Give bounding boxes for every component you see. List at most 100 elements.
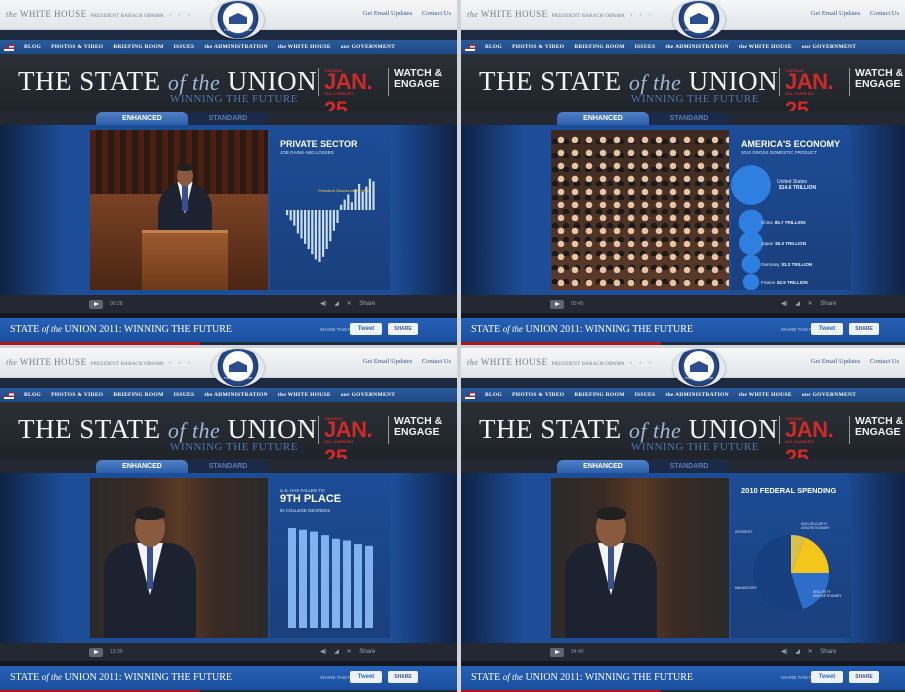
play-button[interactable] xyxy=(550,648,564,657)
nav-briefing-room[interactable]: BRIEFING ROOM xyxy=(113,392,163,398)
decorative-dots: • • • • • • xyxy=(601,360,654,367)
contact-us-link[interactable]: Contact Us xyxy=(422,358,451,365)
nav-photos-video[interactable]: PHOTOS & VIDEO xyxy=(512,392,564,398)
tweet-button[interactable]: Tweet xyxy=(350,671,382,683)
page-footer: STATE of the UNION 2011: WINNING THE FUT… xyxy=(0,666,457,690)
email-updates-link[interactable]: Get Email Updates xyxy=(811,358,860,365)
footer-title: STATE of the UNION 2011: WINNING THE FUT… xyxy=(471,324,694,335)
webpage-panel-3: the WHITE HOUSE PRESIDENT BARACK OBAMA • … xyxy=(0,348,457,692)
share-button[interactable]: Share xyxy=(820,649,836,655)
tab-standard[interactable]: STANDARD xyxy=(188,112,268,125)
main-nav: BLOG PHOTOS & VIDEO BRIEFING ROOM ISSUES… xyxy=(461,388,905,402)
tab-enhanced[interactable]: ENHANCED xyxy=(96,112,188,125)
page-footer: STATE of the UNION 2011: WINNING THE FUT… xyxy=(461,318,905,342)
play-button[interactable] xyxy=(550,300,564,309)
contact-us-link[interactable]: Contact Us xyxy=(422,10,451,17)
video-player[interactable] xyxy=(551,130,729,290)
nav-blog[interactable]: BLOG xyxy=(24,44,41,50)
video-frame xyxy=(551,478,729,638)
white-house-seal-icon[interactable]: THE WHITE HOUSE xyxy=(212,1,264,39)
tab-standard[interactable]: STANDARD xyxy=(188,460,268,473)
nav-administration[interactable]: the ADMINISTRATION xyxy=(665,392,729,398)
tab-enhanced[interactable]: ENHANCED xyxy=(96,460,188,473)
nav-administration[interactable]: the ADMINISTRATION xyxy=(204,392,268,398)
nav-photos-video[interactable]: PHOTOS & VIDEO xyxy=(512,44,564,50)
share-button[interactable]: Share xyxy=(359,301,375,307)
volume-icon[interactable]: ◀) xyxy=(320,301,327,307)
view-tabs: ENHANCED STANDARD xyxy=(461,111,905,125)
nav-issues[interactable]: ISSUES xyxy=(174,44,195,50)
email-updates-link[interactable]: Get Email Updates xyxy=(811,10,860,17)
tab-standard[interactable]: STANDARD xyxy=(649,112,729,125)
nav-blog[interactable]: BLOG xyxy=(485,392,502,398)
tab-enhanced[interactable]: ENHANCED xyxy=(557,460,649,473)
share-button[interactable]: Share xyxy=(820,301,836,307)
footer-title: STATE of the UNION 2011: WINNING THE FUT… xyxy=(10,672,233,683)
play-button[interactable] xyxy=(89,648,103,657)
nav-blog[interactable]: BLOG xyxy=(24,392,41,398)
nav-white-house[interactable]: the WHITE HOUSE xyxy=(739,392,792,398)
contact-us-link[interactable]: Contact Us xyxy=(870,358,899,365)
tweet-button[interactable]: Tweet xyxy=(350,323,382,335)
chart-bar xyxy=(343,199,346,210)
graphic-title: AMERICA'S ECONOMY xyxy=(741,139,841,149)
nav-issues[interactable]: ISSUES xyxy=(635,392,656,398)
speaker-hair xyxy=(596,507,626,521)
white-house-seal-icon[interactable]: THE WHITE HOUSE xyxy=(673,1,725,39)
nav-blog[interactable]: BLOG xyxy=(485,44,502,50)
player-controls: 34:40 ◀) ◢ ✕ Share xyxy=(461,643,905,661)
tab-standard[interactable]: STANDARD xyxy=(649,460,729,473)
chart-bar xyxy=(314,210,317,260)
video-frame xyxy=(551,130,729,290)
nav-administration[interactable]: the ADMINISTRATION xyxy=(204,44,268,50)
nav-government[interactable]: our GOVERNMENT xyxy=(341,392,395,398)
video-player[interactable] xyxy=(90,478,268,638)
fullscreen-icon[interactable]: ✕ xyxy=(347,649,352,655)
nav-briefing-room[interactable]: BRIEFING ROOM xyxy=(574,392,624,398)
nav-white-house[interactable]: the WHITE HOUSE xyxy=(278,392,331,398)
nav-government[interactable]: our GOVERNMENT xyxy=(802,44,856,50)
nav-white-house[interactable]: the WHITE HOUSE xyxy=(278,44,331,50)
tweet-button[interactable]: Tweet xyxy=(811,323,843,335)
tab-enhanced[interactable]: ENHANCED xyxy=(557,112,649,125)
email-updates-link[interactable]: Get Email Updates xyxy=(363,358,412,365)
white-house-seal-icon[interactable]: THE WHITE HOUSE xyxy=(673,349,725,387)
white-house-seal-icon[interactable]: THE WHITE HOUSE xyxy=(212,349,264,387)
volume-icon[interactable]: ◀) xyxy=(781,649,788,655)
enhanced-graphic-panel: AMERICA'S ECONOMY 2010 GROSS DOMESTIC PRO… xyxy=(731,130,851,290)
share-button[interactable]: Share xyxy=(359,649,375,655)
nav-government[interactable]: our GOVERNMENT xyxy=(802,392,856,398)
speaker-tie xyxy=(147,546,153,589)
facebook-share-button[interactable]: SHARE xyxy=(849,323,879,335)
facebook-share-button[interactable]: SHARE xyxy=(849,671,879,683)
nav-issues[interactable]: ISSUES xyxy=(174,392,195,398)
chart-bar xyxy=(354,544,362,628)
facebook-share-button[interactable]: SHARE xyxy=(388,323,418,335)
signal-icon: ◢ xyxy=(334,301,339,307)
fullscreen-icon[interactable]: ✕ xyxy=(808,301,813,307)
fullscreen-icon[interactable]: ✕ xyxy=(347,301,352,307)
nav-photos-video[interactable]: PHOTOS & VIDEO xyxy=(51,44,103,50)
fullscreen-icon[interactable]: ✕ xyxy=(808,649,813,655)
gdp-bubble xyxy=(741,254,761,274)
nav-government[interactable]: our GOVERNMENT xyxy=(341,44,395,50)
nav-issues[interactable]: ISSUES xyxy=(635,44,656,50)
facebook-share-button[interactable]: SHARE xyxy=(388,671,418,683)
sotu-header: THE STATE of the UNION WINNING THE FUTUR… xyxy=(461,402,905,470)
tweet-button[interactable]: Tweet xyxy=(811,671,843,683)
chart-bar xyxy=(299,529,307,628)
nav-photos-video[interactable]: PHOTOS & VIDEO xyxy=(51,392,103,398)
main-nav: BLOG PHOTOS & VIDEO BRIEFING ROOM ISSUES… xyxy=(461,40,905,54)
video-player[interactable] xyxy=(551,478,729,638)
volume-icon[interactable]: ◀) xyxy=(320,649,327,655)
play-button[interactable] xyxy=(89,300,103,309)
email-updates-link[interactable]: Get Email Updates xyxy=(363,10,412,17)
nav-white-house[interactable]: the WHITE HOUSE xyxy=(739,44,792,50)
nav-briefing-room[interactable]: BRIEFING ROOM xyxy=(574,44,624,50)
nav-administration[interactable]: the ADMINISTRATION xyxy=(665,44,729,50)
volume-icon[interactable]: ◀) xyxy=(781,301,788,307)
divider xyxy=(388,416,389,444)
nav-briefing-room[interactable]: BRIEFING ROOM xyxy=(113,44,163,50)
contact-us-link[interactable]: Contact Us xyxy=(870,10,899,17)
video-player[interactable] xyxy=(90,130,268,290)
